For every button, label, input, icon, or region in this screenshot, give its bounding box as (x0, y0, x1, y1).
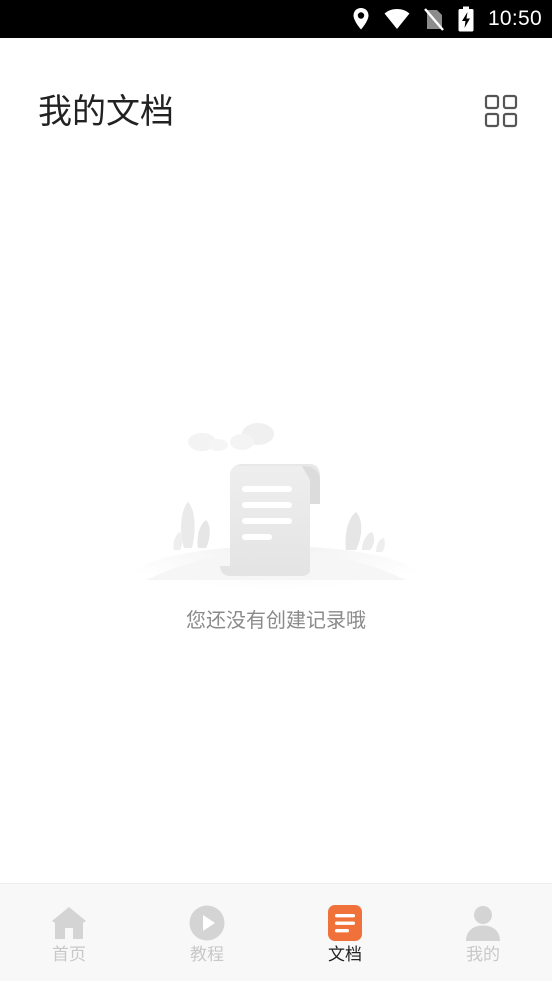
status-time: 10:50 (487, 7, 542, 30)
nav-item-home[interactable]: 首页 (0, 884, 138, 981)
empty-message: 您还没有创建记录哦 (186, 608, 366, 632)
nav-item-documents[interactable]: 文档 (276, 884, 414, 981)
location-icon (352, 7, 370, 31)
bottom-nav: 首页 教程 文档 我的 (0, 883, 552, 981)
page-title: 我的文档 (38, 92, 174, 132)
play-icon (188, 904, 226, 942)
person-icon (464, 904, 502, 942)
header: 我的文档 (0, 38, 552, 188)
nav-label-mine: 我的 (466, 945, 500, 965)
no-sim-icon (424, 7, 444, 31)
nav-label-documents: 文档 (328, 945, 362, 965)
empty-document-icon (126, 423, 426, 590)
nav-item-mine[interactable]: 我的 (414, 884, 552, 981)
grid-view-button[interactable] (484, 94, 518, 128)
wifi-icon (384, 8, 410, 30)
document-icon (326, 904, 364, 942)
status-bar: 10:50 (0, 0, 552, 38)
grid-view-icon (484, 94, 518, 128)
nav-label-tutorial: 教程 (190, 945, 224, 965)
status-icons: 10:50 (352, 0, 542, 38)
nav-item-tutorial[interactable]: 教程 (138, 884, 276, 981)
battery-charging-icon (458, 6, 474, 32)
screen: 10:50 我的文档 您还没有创建记录哦 首页 教程 文档 我的 (0, 0, 552, 981)
empty-state: 您还没有创建记录哦 (0, 420, 552, 650)
nav-label-home: 首页 (52, 945, 86, 965)
home-icon (50, 904, 88, 942)
